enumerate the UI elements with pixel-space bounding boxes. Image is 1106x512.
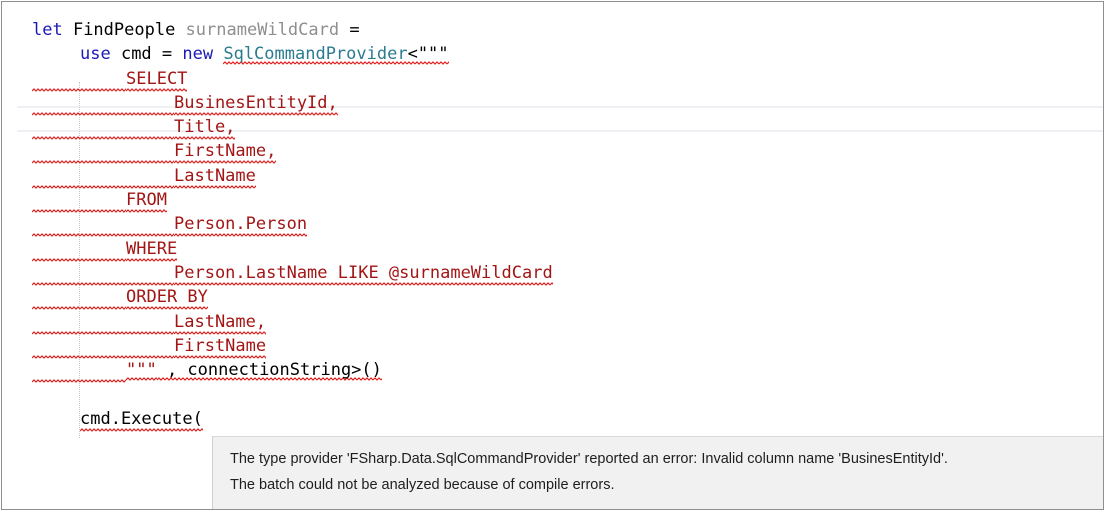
sql-column-title: Title, bbox=[174, 115, 236, 141]
sql-order-lastname: LastName, bbox=[174, 309, 267, 335]
parameter-name: surnameWildCard bbox=[175, 20, 340, 40]
sql-order-firstname: FirstName bbox=[174, 333, 267, 359]
sql-column-firstname: FirstName, bbox=[174, 139, 277, 165]
sql-select: SELECT bbox=[126, 66, 188, 92]
code-line-execute: cmd.Execute( bbox=[2, 406, 1103, 432]
sql-column-businesentityid: BusinesEntityId, bbox=[174, 90, 338, 116]
type-provider-name: SqlCommandProvider bbox=[223, 44, 408, 65]
sql-line-col3: FirstName, bbox=[2, 139, 1103, 165]
binding-cmd: cmd = bbox=[110, 44, 183, 65]
keyword-let: let bbox=[32, 20, 63, 40]
code-line-1: let FindPeople surnameWildCard = bbox=[2, 18, 1103, 42]
sql-from: FROM bbox=[126, 188, 167, 214]
code-line-close: """ , connectionString>() bbox=[2, 358, 1103, 384]
sql-line-col1: BusinesEntityId, bbox=[2, 90, 1103, 116]
code-area[interactable]: let FindPeople surnameWildCard = use cmd… bbox=[2, 18, 1103, 432]
connection-string-arg: , connectionString>() bbox=[156, 360, 382, 382]
sql-line-select: SELECT bbox=[2, 66, 1103, 92]
sql-line-table: Person.Person bbox=[2, 212, 1103, 238]
sql-where-condition: Person.LastName LIKE @surnameWildCard bbox=[174, 260, 553, 286]
keyword-use: use bbox=[80, 44, 111, 65]
function-name: FindPeople bbox=[62, 20, 176, 40]
sql-line-col2: Title, bbox=[2, 115, 1103, 141]
equals-sign: = bbox=[339, 20, 360, 40]
cmd-execute-call: cmd.Execute( bbox=[80, 406, 203, 432]
sql-order-by: ORDER BY bbox=[126, 285, 208, 311]
sql-line-condition: Person.LastName LIKE @surnameWildCard bbox=[2, 260, 1103, 286]
string-open: <""" bbox=[407, 44, 449, 65]
code-editor[interactable]: let FindPeople surnameWildCard = use cmd… bbox=[1, 1, 1104, 510]
sql-line-orderby: ORDER BY bbox=[2, 285, 1103, 311]
keyword-new: new bbox=[182, 44, 214, 65]
error-message-line-1: The type provider 'FSharp.Data.SqlComman… bbox=[230, 451, 948, 467]
sql-line-from: FROM bbox=[2, 188, 1103, 214]
sql-line-col4: LastName bbox=[2, 163, 1103, 189]
sql-column-lastname: LastName bbox=[174, 163, 256, 189]
sql-table-name: Person.Person bbox=[174, 212, 308, 238]
string-close-quotes: """ bbox=[126, 360, 157, 382]
error-tooltip: The type provider 'FSharp.Data.SqlComman… bbox=[212, 436, 1103, 509]
sql-where: WHERE bbox=[126, 236, 178, 262]
error-message-line-2: The batch could not be analyzed because … bbox=[230, 477, 615, 493]
sql-line-order1: LastName, bbox=[2, 309, 1103, 335]
code-line-2: use cmd = new SqlCommandProvider<""" bbox=[2, 42, 1103, 66]
sql-line-where: WHERE bbox=[2, 236, 1103, 262]
sql-line-order2: FirstName bbox=[2, 333, 1103, 359]
